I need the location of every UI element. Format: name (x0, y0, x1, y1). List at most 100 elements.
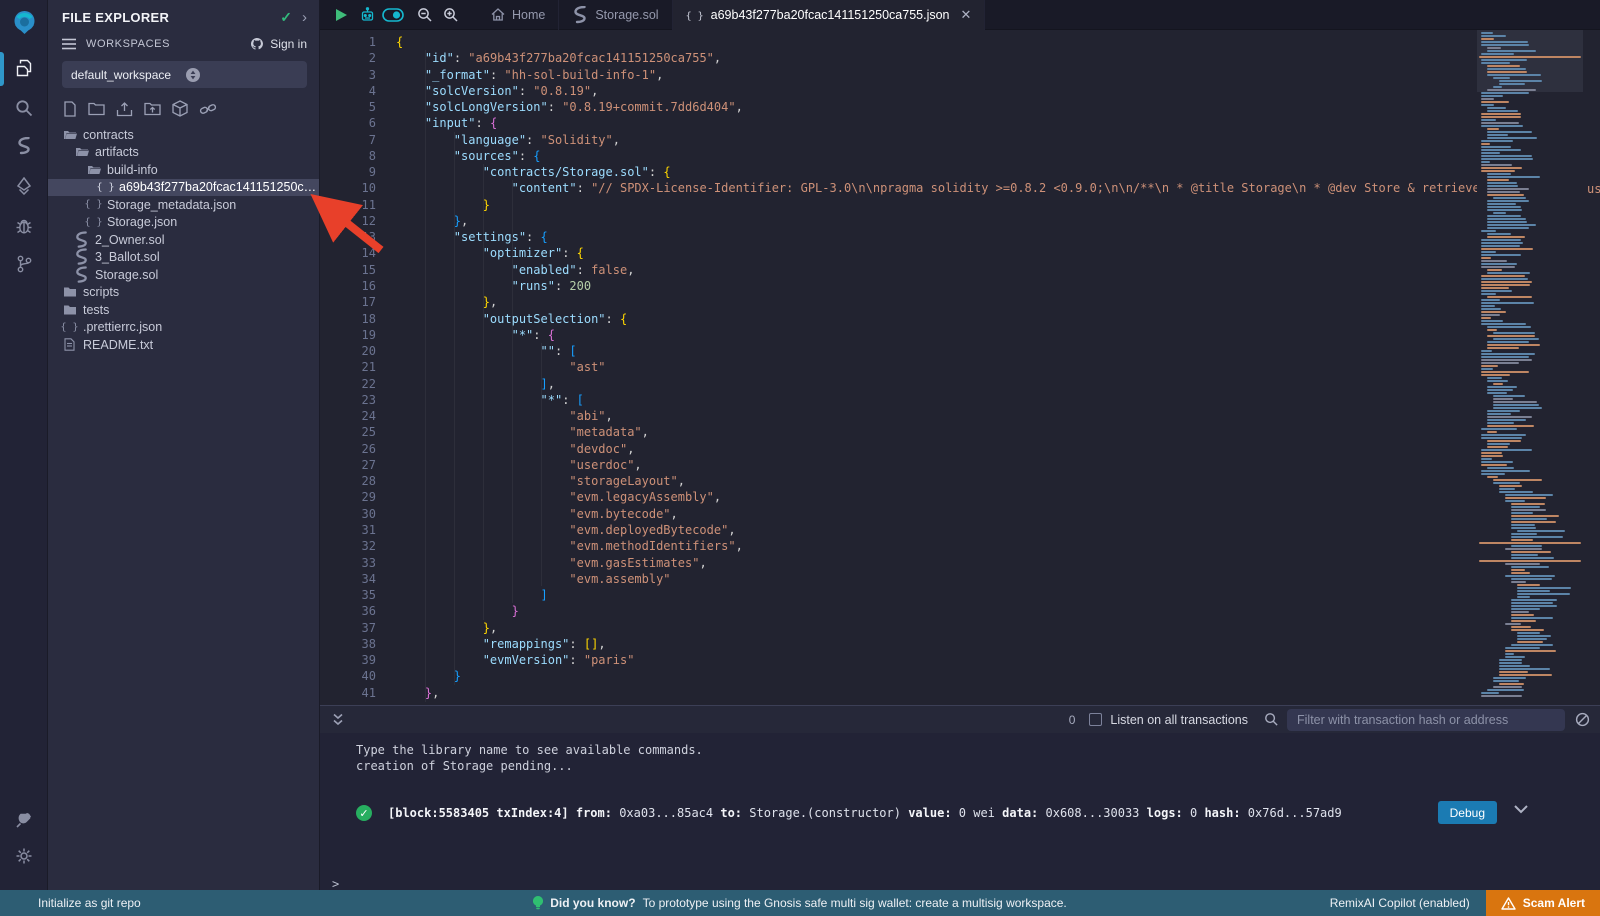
tree-item-label: scripts (83, 285, 119, 299)
tree-item-storage-metadata-json[interactable]: { }Storage_metadata.json (48, 196, 319, 214)
code-line: "content": "// SPDX-License-Identifier: … (396, 180, 1600, 196)
run-script-button[interactable] (328, 0, 354, 30)
code-line: "solcLongVersion": "0.8.19+commit.7dd6d4… (396, 99, 1600, 115)
code-line: { (396, 34, 1600, 50)
debug-button[interactable]: Debug (1438, 801, 1497, 824)
tab-a69b43f277ba20fcac141151250ca755-json[interactable]: { }a69b43f277ba20fcac141151250ca755.json… (673, 0, 986, 30)
import-from-url-icon[interactable] (199, 101, 217, 117)
code-line: "enabled": false, (396, 262, 1600, 278)
copilot-status[interactable]: RemixAI Copilot (enabled) (1330, 896, 1470, 910)
terminal-collapse-icon[interactable] (332, 713, 344, 726)
tree-item-label: artifacts (95, 145, 139, 159)
search-icon[interactable] (0, 90, 48, 126)
success-check-icon: ✓ (356, 805, 372, 821)
status-bar: Initialize as git repo Did you know? To … (0, 890, 1600, 916)
scam-alert-badge[interactable]: Scam Alert (1486, 890, 1600, 916)
zoom-in-icon[interactable] (438, 0, 464, 30)
tab-home[interactable]: Home (478, 0, 559, 30)
code-line: "evmVersion": "paris" (396, 652, 1600, 668)
home-icon (491, 8, 505, 21)
transaction-filter-input[interactable] (1287, 709, 1565, 731)
terminal-log-line: creation of Storage pending... (356, 758, 1600, 774)
code-line: "evm.assembly" (396, 571, 1600, 587)
lightbulb-icon (533, 896, 543, 910)
ai-copilot-toggle[interactable] (380, 0, 406, 30)
transaction-log-row[interactable]: ✓ [block:5583405 txIndex:4] from: 0xa03.… (356, 802, 1600, 824)
workspace-stepper-icon (185, 67, 299, 83)
line-number-gutter: 1234567891011121314151617181920212223242… (320, 34, 376, 701)
terminal-prompt[interactable]: > (332, 877, 339, 891)
file-tree: contracts artifacts build-info{ }a69b43f27… (48, 126, 319, 354)
publish-to-ipfs-icon[interactable] (172, 100, 188, 117)
plugin-manager-icon[interactable] (0, 802, 48, 838)
minimap[interactable] (1477, 30, 1583, 705)
code-line: "storageLayout", (396, 473, 1600, 489)
github-sign-in-button[interactable]: Sign in (249, 37, 307, 51)
code-line: "evm.deployedBytecode", (396, 522, 1600, 538)
deploy-and-run-icon[interactable] (0, 168, 48, 204)
folder-open-icon (62, 129, 77, 141)
tree-item-storage-json[interactable]: { }Storage.json (48, 214, 319, 232)
tree-item-a69b43f277ba20fcac141151250ca7-[interactable]: { }a69b43f277ba20fcac141151250ca7... (48, 179, 319, 197)
code-line: "userdoc", (396, 457, 1600, 473)
listen-all-transactions-checkbox[interactable] (1089, 713, 1102, 726)
tree-item-tests[interactable]: tests (48, 301, 319, 319)
code-line: "optimizer": { (396, 245, 1600, 261)
search-icon[interactable] (1264, 712, 1279, 727)
tree-item-2-owner-sol[interactable]: 2_Owner.sol (48, 231, 319, 249)
workspace-select[interactable]: default_workspace (62, 61, 307, 88)
file-explorer-icon[interactable] (0, 50, 48, 86)
tree-item-label: contracts (83, 128, 134, 142)
remix-logo-icon[interactable] (0, 4, 48, 40)
new-folder-icon[interactable] (88, 101, 105, 116)
code-line: "evm.legacyAssembly", (396, 489, 1600, 505)
code-line: "input": { (396, 115, 1600, 131)
close-tab-icon[interactable]: ✕ (961, 7, 972, 23)
code-line: "metadata", (396, 424, 1600, 440)
tree-item-artifacts[interactable]: artifacts (48, 144, 319, 162)
debugger-icon[interactable] (0, 208, 48, 244)
json-icon: { } (98, 182, 113, 193)
code-line: ], (396, 376, 1600, 392)
code-line: }, (396, 620, 1600, 636)
code-line: "devdoc", (396, 441, 1600, 457)
code-line: "solcVersion": "0.8.19", (396, 83, 1600, 99)
json-icon: { } (86, 217, 101, 228)
tab-label: Storage.sol (595, 8, 658, 22)
tree-item--prettierrc-json[interactable]: { }.prettierrc.json (48, 319, 319, 337)
tree-item-storage-sol[interactable]: Storage.sol (48, 266, 319, 284)
tree-item-build-info[interactable]: build-info (48, 161, 319, 179)
code-line: "evm.gasEstimates", (396, 555, 1600, 571)
init-git-repo-button[interactable]: Initialize as git repo (38, 896, 141, 910)
tree-item-scripts[interactable]: scripts (48, 284, 319, 302)
tree-item-contracts[interactable]: contracts (48, 126, 319, 144)
settings-icon[interactable] (0, 838, 48, 874)
zoom-out-icon[interactable] (412, 0, 438, 30)
listen-all-transactions-label: Listen on all transactions (1110, 713, 1248, 727)
clear-console-icon[interactable] (1575, 712, 1590, 727)
code-line: "contracts/Storage.sol": { (396, 164, 1600, 180)
hamburger-menu-icon[interactable] (62, 38, 76, 50)
expand-transaction-icon[interactable] (1514, 805, 1528, 814)
code-line: "runs": 200 (396, 278, 1600, 294)
upload-file-icon[interactable] (116, 101, 133, 117)
tree-item-3-ballot-sol[interactable]: 3_Ballot.sol (48, 249, 319, 267)
code-editor[interactable]: 1234567891011121314151617181920212223242… (320, 30, 1600, 705)
upload-folder-icon[interactable] (144, 101, 161, 116)
json-icon: { } (686, 8, 704, 22)
code-line: } (396, 668, 1600, 684)
git-icon[interactable] (0, 246, 48, 282)
solidity-icon (74, 266, 89, 284)
doc-icon (62, 338, 77, 351)
code-line: }, (396, 213, 1600, 229)
chevron-right-icon[interactable]: › (302, 9, 307, 26)
tree-item-readme-txt[interactable]: README.txt (48, 336, 319, 354)
solidity-compiler-icon[interactable] (0, 128, 48, 164)
tree-item-label: tests (83, 303, 109, 317)
activity-bar (0, 0, 48, 890)
remixai-assistant-icon[interactable] (354, 0, 380, 30)
new-file-icon[interactable] (63, 101, 77, 117)
code-line: }, (396, 685, 1600, 701)
tab-storage-sol[interactable]: Storage.sol (559, 0, 672, 30)
code-line: "remappings": [], (396, 636, 1600, 652)
